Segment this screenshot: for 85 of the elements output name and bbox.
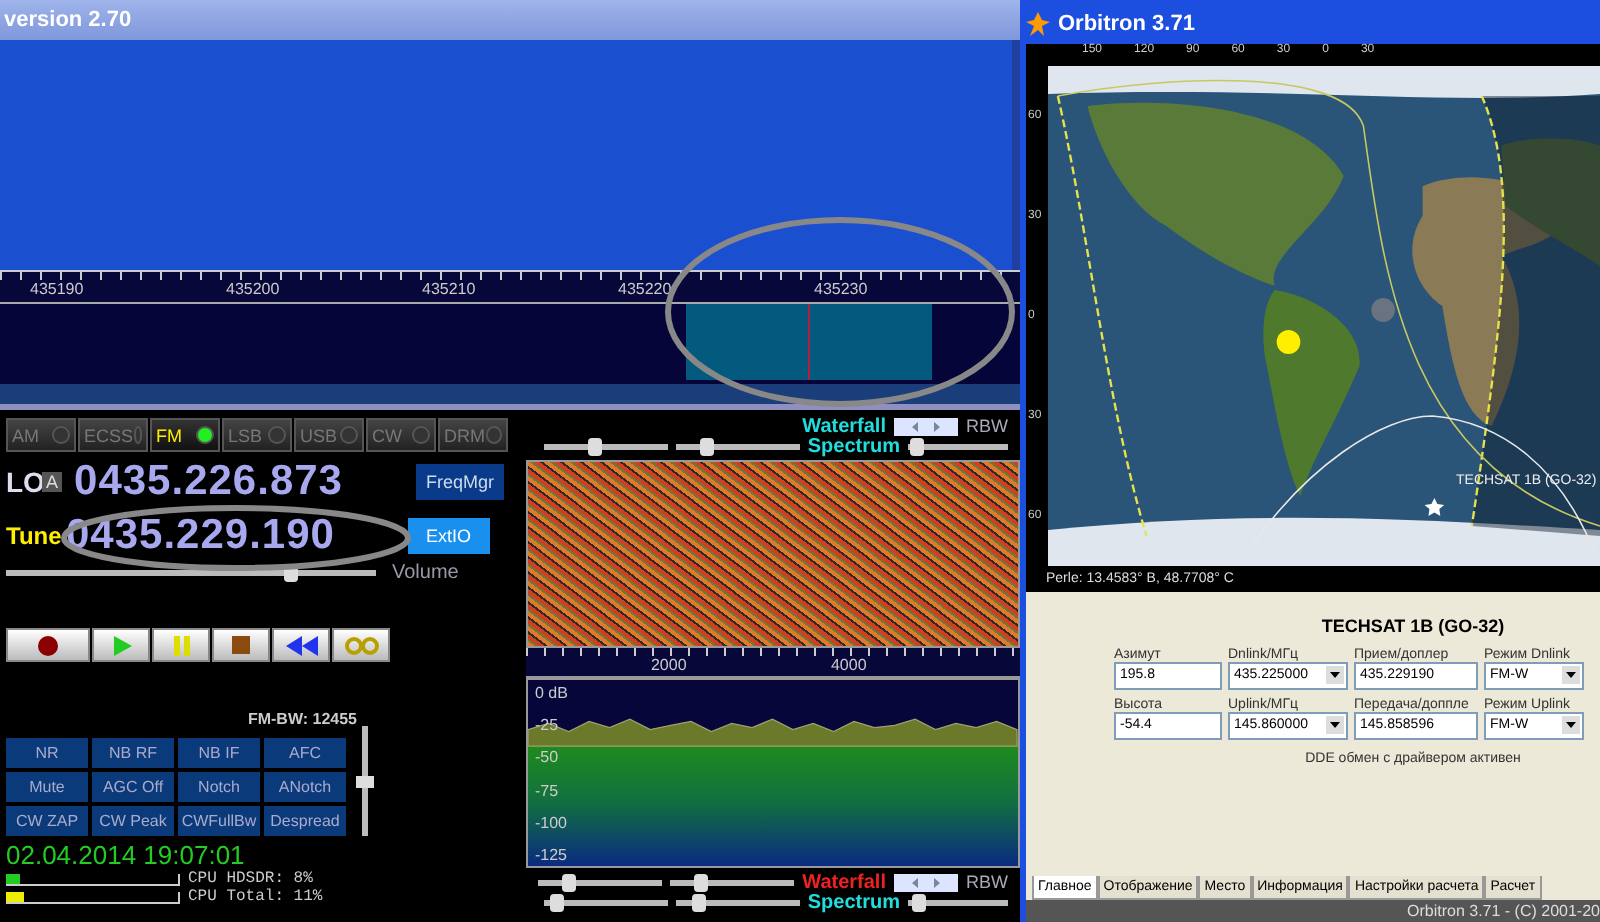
mode-button[interactable]: FM — [150, 418, 220, 452]
slider-thumb[interactable] — [691, 893, 706, 911]
frequency-label: 2000 — [650, 654, 689, 676]
loop-button[interactable] — [332, 628, 390, 662]
stop-button[interactable] — [212, 628, 270, 662]
record-icon — [36, 633, 60, 657]
display-label: Spectrum — [807, 435, 900, 457]
mode-button[interactable]: AM — [6, 418, 76, 452]
pause-icon — [171, 633, 191, 657]
rbw-label: RBW — [966, 872, 1008, 892]
dsp-button[interactable]: NB RF — [92, 738, 174, 768]
pause-button[interactable] — [152, 628, 210, 662]
window-title: Orbitron 3.71 — [1058, 12, 1195, 36]
frequency-label: 435210 — [422, 278, 478, 302]
rbw-label: RBW — [966, 416, 1008, 436]
mode-button[interactable]: USB — [294, 418, 364, 452]
satellite-name: TECHSAT 1B (GO-32) — [1321, 616, 1505, 636]
display-label: Waterfall — [802, 871, 886, 893]
mode-button[interactable]: ECSS — [78, 418, 148, 452]
lo-label: LO — [6, 466, 42, 498]
dsp-button[interactable]: CW ZAP — [6, 806, 88, 836]
slider-thumb[interactable] — [356, 775, 374, 787]
dsp-button[interactable]: AFC — [264, 738, 346, 768]
frequency-label: 435220 — [618, 278, 674, 302]
display-slider[interactable] — [908, 437, 1008, 455]
dropdown-arrow-icon[interactable] — [1326, 716, 1344, 734]
rewind-icon — [285, 635, 317, 655]
db-label: -100 — [534, 813, 567, 832]
stop-icon — [232, 636, 250, 654]
display-slider[interactable] — [908, 893, 1008, 911]
slider-thumb[interactable] — [694, 873, 709, 891]
tune-label: Tune — [6, 522, 64, 550]
frequency-label: 435200 — [226, 278, 282, 302]
lo-frequency[interactable]: 0435.226.873 — [74, 458, 407, 506]
frequency-label: 4000 — [830, 654, 869, 676]
bandwidth-label: FM-BW: 12455 — [247, 710, 357, 732]
dsp-button[interactable]: NB IF — [178, 738, 260, 768]
slider-thumb[interactable] — [699, 437, 714, 455]
loop-icon — [343, 635, 379, 655]
dropdown-arrow-icon[interactable] — [1326, 666, 1344, 684]
volume-label: Volume — [392, 561, 459, 583]
extio-button[interactable]: ExtIO — [408, 518, 490, 554]
bank-label[interactable]: A — [42, 472, 63, 492]
dsp-button[interactable]: NR — [6, 738, 88, 768]
db-label: -75 — [534, 781, 559, 800]
db-label: -50 — [534, 748, 559, 767]
mode-button[interactable]: LSB — [222, 418, 292, 452]
slider-thumb[interactable] — [587, 437, 602, 455]
slider-thumb[interactable] — [549, 893, 564, 911]
mode-button[interactable]: CW — [366, 418, 436, 452]
rewind-button[interactable] — [272, 628, 330, 662]
dsp-button[interactable]: ANotch — [264, 772, 346, 802]
dsp-button[interactable]: Notch — [178, 772, 260, 802]
dropdown-arrow-icon[interactable] — [1562, 716, 1580, 734]
dsp-button[interactable]: CW Peak — [92, 806, 174, 836]
sun-marker — [1276, 330, 1301, 354]
satellite-marker — [1424, 498, 1445, 516]
frequency-label: 435190 — [30, 278, 86, 302]
db-label: -125 — [534, 845, 567, 864]
display-label: Waterfall — [802, 415, 886, 437]
date-time: 02.04.2014 19:07:01 — [6, 840, 247, 870]
frequency-label: 435230 — [814, 278, 870, 302]
scroll-arrows-icon[interactable] — [894, 873, 958, 891]
cpu-label: CPU Total: 11% — [188, 888, 323, 906]
slider-thumb[interactable] — [909, 437, 924, 455]
slider-thumb[interactable] — [912, 893, 927, 911]
app-icon — [1026, 12, 1050, 36]
dsp-button[interactable]: CWFullBw — [178, 806, 260, 836]
play-button[interactable] — [92, 628, 150, 662]
dsp-button[interactable]: Despread — [264, 806, 346, 836]
play-icon — [109, 633, 133, 657]
status-bar-text: Orbitron 3.71 - (C) 2001-20 — [1407, 902, 1600, 920]
record-button[interactable] — [6, 628, 90, 662]
dropdown-arrow-icon[interactable] — [1562, 666, 1580, 684]
cpu-label: CPU HDSDR: 8% — [188, 870, 313, 888]
freqmgr-button[interactable]: FreqMgr — [416, 464, 505, 500]
dsp-button[interactable]: AGC Off — [92, 772, 174, 802]
db-label: 0 dB — [534, 684, 568, 702]
moon-marker — [1371, 298, 1395, 322]
window-title: version 2.70 — [4, 8, 132, 32]
dsp-button[interactable]: Mute — [6, 772, 88, 802]
mode-button[interactable]: DRM — [438, 418, 508, 452]
scroll-arrows-icon[interactable] — [894, 417, 958, 435]
display-label: Spectrum — [807, 891, 900, 913]
slider-thumb[interactable] — [562, 873, 577, 891]
